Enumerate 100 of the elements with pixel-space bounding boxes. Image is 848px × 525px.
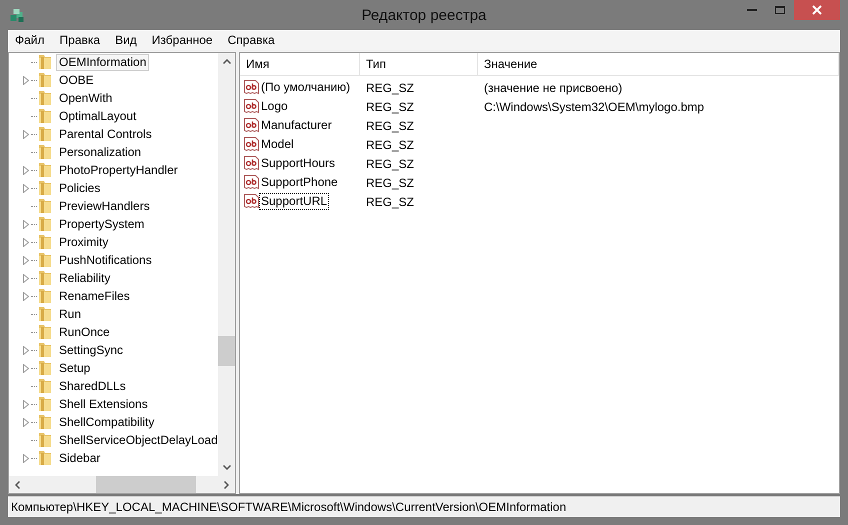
folder-icon — [39, 325, 52, 339]
tree-item[interactable]: OptimalLayout — [56, 108, 140, 124]
scroll-right-icon[interactable] — [224, 480, 229, 488]
string-value-icon — [244, 194, 259, 209]
tree-item[interactable]: Policies — [56, 180, 104, 196]
scroll-down-icon[interactable] — [222, 465, 230, 470]
folder-icon — [39, 361, 52, 375]
expand-arrow-icon[interactable] — [23, 256, 29, 264]
folder-icon — [39, 145, 52, 159]
tree-item[interactable]: OOBE — [56, 72, 97, 88]
expand-arrow-icon[interactable] — [23, 418, 29, 426]
folder-icon — [39, 91, 52, 105]
value-type: REG_SZ — [365, 176, 416, 190]
menu-item[interactable]: Избранное — [152, 33, 213, 47]
expand-arrow-icon[interactable] — [23, 400, 29, 408]
expand-arrow-icon[interactable] — [23, 292, 29, 300]
folder-icon — [39, 451, 52, 465]
expand-arrow-icon[interactable] — [23, 454, 29, 462]
expand-arrow-icon[interactable] — [23, 184, 29, 192]
expand-arrow-icon[interactable] — [23, 76, 29, 84]
tree-item[interactable]: SharedDLLs — [56, 378, 129, 394]
menu-item[interactable]: Справка — [228, 33, 275, 47]
value-name[interactable]: SupportHours — [259, 155, 338, 172]
value-type: REG_SZ — [365, 156, 416, 170]
folder-icon — [39, 307, 52, 321]
folder-icon — [39, 343, 52, 357]
scrollbar-thumb[interactable] — [218, 336, 235, 366]
string-value-icon — [244, 175, 259, 190]
tree-item[interactable]: SettingSync — [56, 342, 126, 358]
value-name[interactable]: SupportPhone — [259, 174, 340, 191]
tree-item[interactable]: Personalization — [56, 144, 144, 160]
value-name[interactable]: Logo — [259, 98, 290, 115]
tree-item[interactable]: Sidebar — [56, 450, 104, 466]
folder-icon — [39, 433, 52, 447]
folder-icon — [39, 271, 52, 285]
close-button[interactable] — [794, 0, 840, 20]
tree-item[interactable]: Setup — [56, 360, 94, 376]
window-title: Редактор реестра — [362, 6, 486, 24]
horizontal-scrollbar[interactable] — [9, 476, 235, 493]
menu-item[interactable]: Правка — [60, 33, 100, 47]
scrollbar-thumb[interactable] — [96, 476, 196, 493]
value-type: REG_SZ — [365, 100, 416, 114]
tree-item[interactable]: RunOnce — [56, 324, 113, 340]
expand-arrow-icon[interactable] — [23, 130, 29, 138]
folder-icon — [39, 415, 52, 429]
vertical-scrollbar[interactable] — [218, 53, 235, 476]
string-value-icon — [244, 156, 259, 171]
menu-item[interactable]: Файл — [15, 33, 45, 47]
tree-item[interactable]: OpenWith — [56, 90, 116, 106]
column-header[interactable]: Имя — [240, 53, 360, 75]
folder-icon — [39, 199, 52, 213]
folder-icon — [39, 397, 52, 411]
value-data: (значение не присвоено) — [483, 80, 624, 94]
tree-item[interactable]: Run — [56, 306, 84, 322]
tree-item[interactable]: PushNotifications — [56, 252, 155, 268]
folder-icon — [39, 55, 52, 69]
value-data: C:\Windows\System32\OEM\mylogo.bmp — [483, 100, 706, 114]
value-name[interactable]: Model — [259, 136, 296, 153]
value-type: REG_SZ — [365, 118, 416, 132]
folder-icon — [39, 253, 52, 267]
column-header[interactable]: Тип — [360, 53, 478, 75]
value-type: REG_SZ — [365, 80, 416, 94]
tree-item[interactable]: RenameFiles — [56, 288, 133, 304]
tree-item[interactable]: PropertySystem — [56, 216, 148, 232]
tree-item[interactable]: ShellCompatibility — [56, 414, 158, 430]
tree-item[interactable]: ShellServiceObjectDelayLoad — [56, 432, 218, 448]
string-value-icon — [244, 99, 259, 114]
tree-item[interactable]: OEMInformation — [56, 54, 150, 70]
value-type: REG_SZ — [365, 194, 416, 208]
folder-icon — [39, 109, 52, 123]
tree-item[interactable]: Parental Controls — [56, 126, 155, 142]
cubes-icon — [10, 8, 24, 22]
expand-arrow-icon[interactable] — [23, 274, 29, 282]
folder-icon — [39, 163, 52, 177]
string-value-icon — [244, 137, 259, 152]
expand-arrow-icon[interactable] — [23, 220, 29, 228]
value-type: REG_SZ — [365, 138, 416, 152]
tree-item[interactable]: Proximity — [56, 234, 112, 250]
scroll-up-icon[interactable] — [222, 59, 230, 64]
key-path: Компьютер\HKEY_LOCAL_MACHINE\SOFTWARE\Microsoft\Windows\CurrentVersion\OEMInformation — [11, 500, 566, 514]
value-name[interactable]: (По умолчанию) — [259, 79, 352, 96]
expand-arrow-icon[interactable] — [23, 166, 29, 174]
scroll-left-icon[interactable] — [15, 480, 20, 488]
menu-item[interactable]: Вид — [115, 33, 137, 47]
tree-item[interactable]: Shell Extensions — [56, 396, 151, 412]
minimize-icon — [747, 9, 757, 11]
string-value-icon — [244, 80, 259, 95]
tree-item[interactable]: PhotoPropertyHandler — [56, 162, 181, 178]
folder-icon — [39, 181, 52, 195]
value-name[interactable]: Manufacturer — [259, 117, 334, 134]
expand-arrow-icon[interactable] — [23, 364, 29, 372]
tree-item[interactable]: Reliability — [56, 270, 114, 286]
tree-item[interactable]: PreviewHandlers — [56, 198, 153, 214]
expand-arrow-icon[interactable] — [23, 238, 29, 246]
column-header[interactable]: Значение — [478, 53, 839, 75]
folder-icon — [39, 73, 52, 87]
value-name[interactable]: SupportURL — [259, 193, 330, 210]
expand-arrow-icon[interactable] — [23, 346, 29, 354]
folder-icon — [39, 217, 52, 231]
folder-icon — [39, 235, 52, 249]
